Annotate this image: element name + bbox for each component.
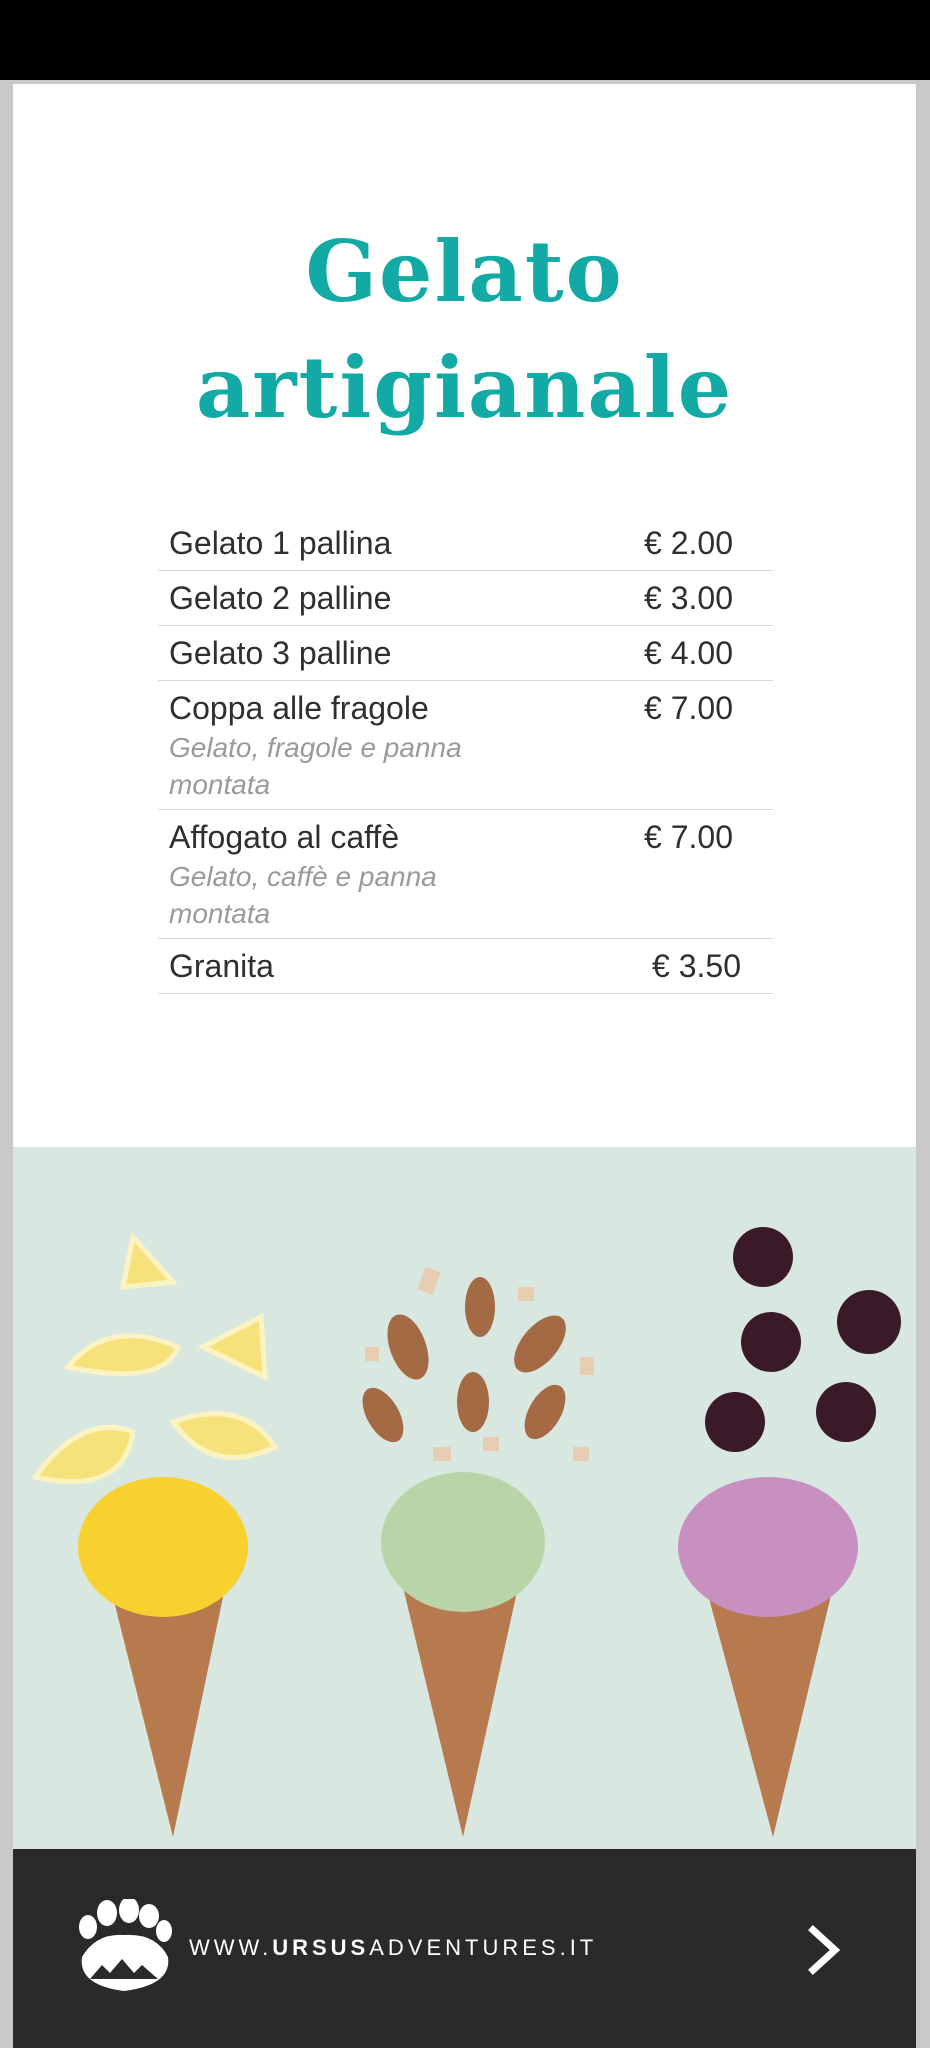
item-description: Gelato, caffè e panna montata — [169, 861, 437, 929]
menu-page: Gelato artigianale Gelato 1 pallina € 2.… — [13, 84, 916, 2048]
lemon-slices — [30, 1231, 279, 1485]
blackberries — [705, 1227, 901, 1452]
menu-item-affogato: Affogato al caffè Gelato, caffè e panna … — [158, 810, 773, 939]
footer-bar: WWW.URSUSADVENTURES.IT — [13, 1849, 916, 2048]
waffle-cones — [113, 1587, 833, 1837]
chevron-right-icon[interactable] — [805, 1925, 845, 1975]
title-line-2: artigianale — [195, 338, 734, 437]
status-bar — [0, 0, 930, 80]
url-prefix: WWW. — [189, 1935, 273, 1960]
item-price: € 4.00 — [644, 635, 733, 671]
item-price: € 7.00 — [644, 690, 733, 726]
menu-item-gelato-3: Gelato 3 palline € 4.00 — [158, 626, 773, 681]
menu-item-gelato-1: Gelato 1 pallina € 2.00 — [158, 516, 773, 571]
menu-item-coppa-fragole: Coppa alle fragole Gelato, fragole e pan… — [158, 681, 773, 810]
bear-paw-icon — [79, 1899, 172, 1991]
menu-item-granita: Granita € 3.50 — [158, 939, 773, 994]
lemon-scoop — [78, 1477, 248, 1617]
item-description: Gelato, fragole e panna montata — [169, 732, 462, 800]
price-list: Gelato 1 pallina € 2.00 Gelato 2 palline… — [158, 516, 773, 994]
page-title: Gelato artigianale — [13, 214, 916, 446]
pistachio-scoop — [381, 1472, 545, 1612]
item-price: € 7.00 — [644, 819, 733, 855]
almonds — [362, 1277, 566, 1443]
berry-scoop — [678, 1477, 858, 1617]
gelato-cones-photo — [13, 1147, 916, 1849]
url-brand: URSUS — [272, 1935, 370, 1960]
gelato-cones-illustration — [30, 1227, 901, 1837]
item-price: € 3.00 — [644, 580, 733, 616]
item-price: € 3.50 — [652, 948, 741, 984]
website-url[interactable]: WWW.URSUSADVENTURES.IT — [189, 1933, 597, 1963]
menu-item-gelato-2: Gelato 2 palline € 3.00 — [158, 571, 773, 626]
url-suffix: ADVENTURES.IT — [369, 1935, 598, 1960]
title-line-1: Gelato — [305, 222, 624, 321]
item-price: € 2.00 — [644, 525, 733, 561]
